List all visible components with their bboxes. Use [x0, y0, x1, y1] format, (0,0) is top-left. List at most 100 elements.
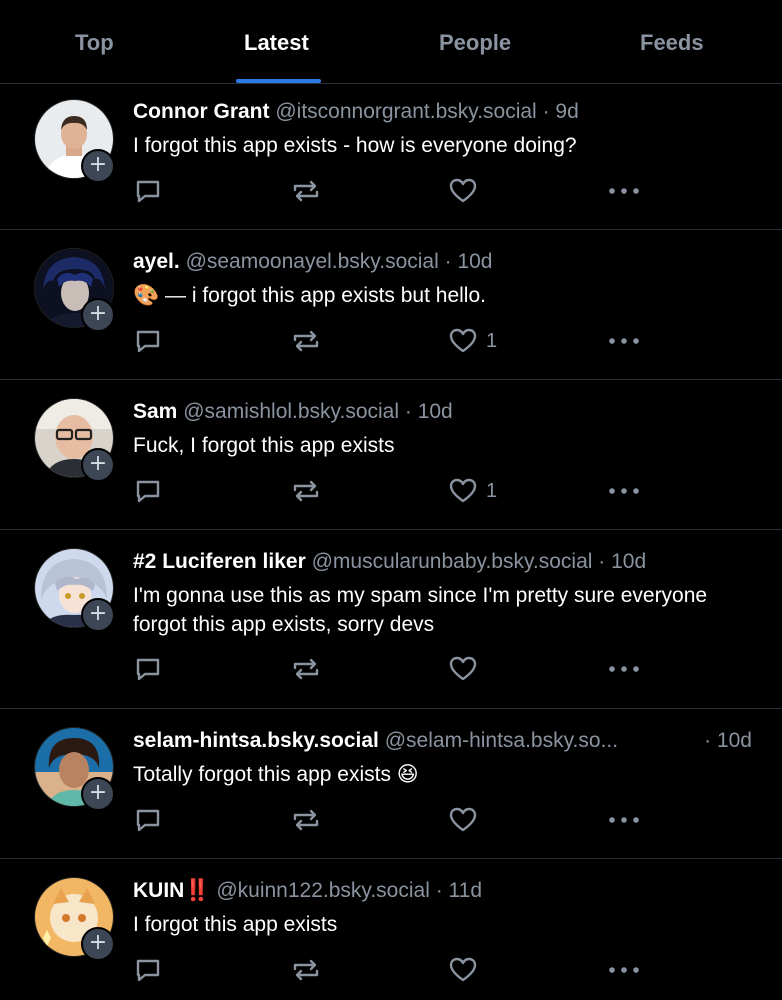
more-dots-icon	[609, 967, 639, 973]
reply-button[interactable]	[133, 955, 163, 985]
reply-icon	[136, 180, 160, 203]
avatar-button[interactable]: +	[34, 877, 115, 961]
post-actions	[133, 654, 753, 684]
post-actions	[133, 805, 753, 835]
more-options-button[interactable]	[607, 955, 641, 985]
tab-latest[interactable]: Latest	[244, 30, 309, 56]
author-handle[interactable]: @itsconnorgrant.bsky.social	[275, 100, 536, 123]
avatar-button[interactable]: +	[34, 727, 115, 811]
more-dots-icon	[609, 666, 639, 672]
search-tabs: Top Latest People Feeds	[0, 0, 782, 84]
post-actions	[133, 955, 753, 985]
post-meta: selam-hintsa.bsky.social @selam-hintsa.b…	[133, 729, 762, 753]
post-time: · 10d	[598, 550, 647, 573]
repost-icon	[293, 658, 319, 680]
repost-button[interactable]	[291, 805, 321, 835]
more-options-button[interactable]	[607, 476, 641, 506]
repost-icon	[293, 180, 319, 202]
follow-plus-icon[interactable]: +	[81, 149, 115, 183]
more-dots-icon	[609, 338, 639, 344]
post-meta: Sam @samishlol.bsky.social · 10d	[133, 400, 762, 424]
post-item[interactable]: + Connor Grant @itsconnorgrant.bsky.soci…	[0, 84, 782, 230]
like-count: 1	[486, 329, 498, 352]
more-options-button[interactable]	[607, 176, 641, 206]
author-name[interactable]: Sam	[133, 400, 177, 423]
post-item[interactable]: + #2 Luciferen liker @muscularunbaby.bsk…	[0, 530, 782, 709]
more-dots-icon	[609, 488, 639, 494]
reply-icon	[136, 959, 160, 982]
repost-icon	[293, 959, 319, 981]
repost-icon	[293, 330, 319, 352]
post-text: I forgot this app exists - how is everyo…	[133, 134, 577, 157]
post-text: 🎨 — i forgot this app exists but hello.	[133, 284, 486, 307]
avatar-button[interactable]: +	[34, 398, 115, 482]
like-button[interactable]	[448, 955, 486, 985]
more-options-button[interactable]	[607, 654, 641, 684]
author-name[interactable]: Connor Grant	[133, 100, 270, 123]
tab-people[interactable]: People	[439, 30, 511, 56]
post-meta: #2 Luciferen liker @muscularunbaby.bsky.…	[133, 550, 762, 574]
heart-icon	[449, 807, 477, 832]
author-name[interactable]: #2 Luciferen liker	[133, 550, 306, 573]
follow-plus-icon[interactable]: +	[81, 927, 115, 961]
follow-plus-icon[interactable]: +	[81, 598, 115, 632]
post-time: · 10d	[444, 250, 493, 273]
post-item[interactable]: + ayel. @seamoonayel.bsky.social · 10d 🎨…	[0, 230, 782, 380]
like-button[interactable]: 1	[448, 476, 497, 506]
heart-icon	[449, 957, 477, 982]
repost-button[interactable]	[291, 654, 321, 684]
tab-feeds[interactable]: Feeds	[640, 30, 704, 56]
author-name[interactable]: ayel.	[133, 250, 180, 273]
like-button[interactable]	[448, 654, 486, 684]
author-handle[interactable]: @selam-hintsa.bsky.so...	[385, 729, 618, 752]
more-options-button[interactable]	[607, 805, 641, 835]
reply-icon	[136, 330, 160, 353]
avatar-button[interactable]: +	[34, 248, 115, 332]
tab-top[interactable]: Top	[75, 30, 114, 56]
repost-icon	[293, 480, 319, 502]
author-handle[interactable]: @seamoonayel.bsky.social	[186, 250, 439, 273]
post-item[interactable]: + selam-hintsa.bsky.social @selam-hintsa…	[0, 709, 782, 859]
avatar-button[interactable]: +	[34, 99, 115, 183]
repost-icon	[293, 809, 319, 831]
reply-button[interactable]	[133, 805, 163, 835]
post-meta: Connor Grant @itsconnorgrant.bsky.social…	[133, 100, 762, 124]
repost-button[interactable]	[291, 476, 321, 506]
reply-icon	[136, 480, 160, 503]
author-handle[interactable]: @kuinn122.bsky.social	[216, 879, 430, 902]
post-text: I'm gonna use this as my spam since I'm …	[133, 584, 708, 636]
post-actions: 1	[133, 476, 753, 506]
follow-plus-icon[interactable]: +	[81, 448, 115, 482]
follow-plus-icon[interactable]: +	[81, 298, 115, 332]
post-time: · 10d	[704, 729, 752, 752]
like-button[interactable]	[448, 176, 486, 206]
active-tab-indicator	[236, 79, 321, 83]
like-count: 1	[486, 479, 498, 502]
post-actions: 1	[133, 326, 753, 356]
author-name[interactable]: selam-hintsa.bsky.social	[133, 729, 379, 752]
post-meta: ayel. @seamoonayel.bsky.social · 10d	[133, 250, 762, 274]
post-time: · 9d	[542, 100, 579, 123]
author-handle[interactable]: @samishlol.bsky.social	[183, 400, 399, 423]
repost-button[interactable]	[291, 176, 321, 206]
more-options-button[interactable]	[607, 326, 641, 356]
reply-button[interactable]	[133, 326, 163, 356]
more-dots-icon	[609, 817, 639, 823]
author-handle[interactable]: @muscularunbaby.bsky.social	[312, 550, 593, 573]
avatar-button[interactable]: +	[34, 548, 115, 632]
like-button[interactable]: 1	[448, 326, 497, 356]
repost-button[interactable]	[291, 326, 321, 356]
reply-button[interactable]	[133, 176, 163, 206]
author-name[interactable]: KUIN‼️	[133, 879, 210, 902]
post-time: · 11d	[435, 879, 483, 902]
post-item[interactable]: + Sam @samishlol.bsky.social · 10d Fuck,…	[0, 380, 782, 530]
heart-icon	[449, 656, 477, 681]
post-item[interactable]: + KUIN‼️ @kuinn122.bsky.social · 11d I f…	[0, 859, 782, 1000]
like-button[interactable]	[448, 805, 486, 835]
reply-button[interactable]	[133, 476, 163, 506]
reply-button[interactable]	[133, 654, 163, 684]
repost-button[interactable]	[291, 955, 321, 985]
more-dots-icon	[609, 188, 639, 194]
follow-plus-icon[interactable]: +	[81, 777, 115, 811]
post-actions	[133, 176, 753, 206]
